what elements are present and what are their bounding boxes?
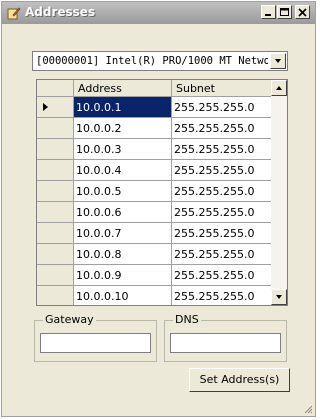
subnet-cell[interactable]: 255.255.255.0 bbox=[172, 97, 272, 118]
address-grid[interactable]: Address Subnet 10.0.0.1 255.255.255.0 10… bbox=[36, 79, 288, 306]
table-row[interactable]: 10.0.0.10 255.255.255.0 bbox=[37, 286, 272, 305]
addresses-window: Addresses [00000001] Intel(R) PRO/1000 M… bbox=[1, 1, 316, 417]
maximize-icon bbox=[280, 8, 289, 16]
row-header-corner bbox=[37, 80, 74, 97]
row-header[interactable] bbox=[37, 286, 74, 305]
table-row[interactable]: 10.0.0.9 255.255.255.0 bbox=[37, 265, 272, 286]
row-header[interactable] bbox=[37, 118, 74, 139]
minimize-icon bbox=[265, 14, 271, 16]
address-cell[interactable]: 10.0.0.1 bbox=[74, 97, 172, 118]
address-cell[interactable]: 10.0.0.10 bbox=[74, 286, 172, 305]
close-button[interactable] bbox=[295, 5, 310, 19]
subnet-cell[interactable]: 255.255.255.0 bbox=[172, 160, 272, 181]
address-cell[interactable]: 10.0.0.2 bbox=[74, 118, 172, 139]
address-cell[interactable]: 10.0.0.7 bbox=[74, 223, 172, 244]
current-row-arrow-icon bbox=[43, 103, 48, 111]
row-header[interactable] bbox=[37, 160, 74, 181]
gateway-label: Gateway bbox=[43, 313, 96, 326]
address-cell[interactable]: 10.0.0.3 bbox=[74, 139, 172, 160]
dns-label: DNS bbox=[173, 313, 201, 326]
address-cell[interactable]: 10.0.0.9 bbox=[74, 265, 172, 286]
vertical-scrollbar[interactable] bbox=[271, 80, 287, 305]
row-header[interactable] bbox=[37, 139, 74, 160]
table-row[interactable]: 10.0.0.5 255.255.255.0 bbox=[37, 181, 272, 202]
chevron-down-icon bbox=[276, 295, 282, 299]
address-cell[interactable]: 10.0.0.8 bbox=[74, 244, 172, 265]
subnet-cell[interactable]: 255.255.255.0 bbox=[172, 202, 272, 223]
chevron-down-icon bbox=[275, 59, 281, 63]
subnet-cell[interactable]: 255.255.255.0 bbox=[172, 286, 272, 305]
address-cell[interactable]: 10.0.0.4 bbox=[74, 160, 172, 181]
notepad-pencil-icon bbox=[7, 7, 21, 20]
minimize-button[interactable] bbox=[261, 5, 276, 19]
scroll-up-button[interactable] bbox=[271, 80, 287, 96]
table-row[interactable]: 10.0.0.8 255.255.255.0 bbox=[37, 244, 272, 265]
adapter-dropdown[interactable]: [00000001] Intel(R) PRO/1000 MT Network … bbox=[32, 51, 288, 71]
chevron-up-icon bbox=[276, 86, 282, 90]
gateway-group: Gateway bbox=[34, 313, 157, 362]
table-row[interactable]: 10.0.0.1 255.255.255.0 bbox=[37, 97, 272, 118]
close-icon bbox=[298, 8, 307, 17]
table-row[interactable]: 10.0.0.4 255.255.255.0 bbox=[37, 160, 272, 181]
subnet-cell[interactable]: 255.255.255.0 bbox=[172, 265, 272, 286]
table-row[interactable]: 10.0.0.2 255.255.255.0 bbox=[37, 118, 272, 139]
subnet-cell[interactable]: 255.255.255.0 bbox=[172, 139, 272, 160]
resize-grip-icon[interactable] bbox=[303, 404, 313, 414]
subnet-cell[interactable]: 255.255.255.0 bbox=[172, 118, 272, 139]
window-title: Addresses bbox=[25, 5, 96, 19]
dns-group: DNS bbox=[164, 313, 287, 362]
row-header[interactable] bbox=[37, 181, 74, 202]
row-header[interactable] bbox=[37, 244, 74, 265]
table-row[interactable]: 10.0.0.7 255.255.255.0 bbox=[37, 223, 272, 244]
address-cell[interactable]: 10.0.0.5 bbox=[74, 181, 172, 202]
row-header[interactable] bbox=[37, 97, 74, 118]
row-header[interactable] bbox=[37, 202, 74, 223]
dns-input[interactable] bbox=[170, 333, 281, 353]
table-row[interactable]: 10.0.0.6 255.255.255.0 bbox=[37, 202, 272, 223]
dropdown-button[interactable] bbox=[270, 53, 286, 69]
maximize-button[interactable] bbox=[277, 5, 292, 19]
title-bar[interactable]: Addresses bbox=[2, 2, 315, 24]
subnet-cell[interactable]: 255.255.255.0 bbox=[172, 181, 272, 202]
row-header[interactable] bbox=[37, 265, 74, 286]
address-cell[interactable]: 10.0.0.6 bbox=[74, 202, 172, 223]
column-header-subnet[interactable]: Subnet bbox=[172, 80, 272, 97]
set-address-button[interactable]: Set Address(s) bbox=[189, 368, 290, 392]
scroll-down-button[interactable] bbox=[271, 289, 287, 305]
subnet-cell[interactable]: 255.255.255.0 bbox=[172, 244, 272, 265]
gateway-input[interactable] bbox=[40, 333, 151, 353]
adapter-selected: [00000001] Intel(R) PRO/1000 MT Network … bbox=[36, 55, 268, 67]
table-row[interactable]: 10.0.0.3 255.255.255.0 bbox=[37, 139, 272, 160]
row-header[interactable] bbox=[37, 223, 74, 244]
column-header-address[interactable]: Address bbox=[74, 80, 172, 97]
subnet-cell[interactable]: 255.255.255.0 bbox=[172, 223, 272, 244]
